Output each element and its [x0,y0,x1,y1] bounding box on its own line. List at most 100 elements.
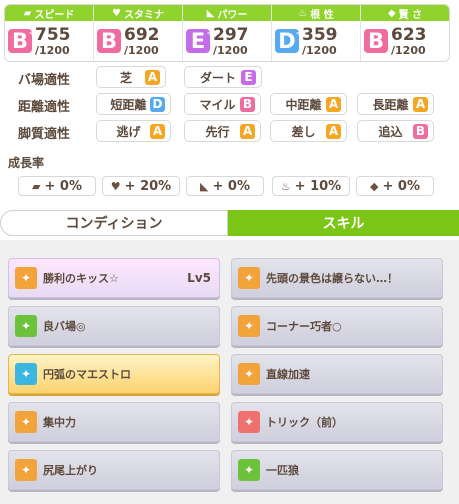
aptitude-grade: A [150,123,165,139]
stat-header: ▰ スピード [5,5,93,21]
aptitude-grade: B [413,123,428,139]
stat-name: スタミナ [123,9,164,21]
aptitude-cell: 中距離 A [270,93,347,115]
unique-skill-icon: ✦ [15,267,37,289]
skill-item[interactable]: ✦ 先頭の景色は譲らない…！ [231,258,443,298]
skill-item[interactable]: ✦ 集中力 [8,402,220,442]
aptitude-cell: 長距離 A [357,93,434,115]
stat-2: ◣ パワー E + 297 /1200 [183,5,272,61]
aptitude-label: 脚質適性 [18,127,71,142]
aptitude-cell: 先行 A [184,120,261,142]
trainee-detail-panel: ▰ スピード B + 755 /1200 ♥ スタミナ B 692 /1200 ◣ [0,0,459,504]
growth-rate-cell: ▰ + 0% [18,176,96,196]
aptitude-cell: 差し A [270,120,347,142]
growth-rate-title: 成長率 [8,156,45,170]
stat-grade: E + [186,29,214,53]
aptitude-grade: A [326,96,341,112]
aptitude-grade: A [326,123,341,139]
stat-panel: ▰ スピード B + 755 /1200 ♥ スタミナ B 692 /1200 ◣ [4,4,450,62]
stat-max: /1200 [302,43,337,57]
stat-header: ◆ 賢 さ [361,5,449,21]
stat-name: 根 性 [310,9,334,21]
flame-icon: ♨ [280,179,291,193]
aptitude-grade: E [241,69,256,85]
flame-icon: ♨ [298,7,308,19]
skill-name: 集中力 [43,416,76,429]
aptitude-row-track: バ場適性 芝 A ダート E [0,66,459,90]
aptitude-cell: ダート E [184,66,262,88]
stat-max: /1200 [213,43,248,57]
heart-icon: ♥ [110,179,121,193]
aptitude-cell: 短距離 D [96,93,171,115]
shoe-icon: ▰ [23,7,32,19]
muscle-icon: ◣ [200,179,209,193]
skill-item[interactable]: ✦ 直線加速 [231,354,443,394]
stat-3: ♨ 根 性 D + 359 /1200 [272,5,361,61]
stat-grade: B [364,29,388,53]
growth-rate-cell: ◆ + 0% [356,176,434,196]
stat-grade: B [97,29,121,53]
aptitude-grade: B [240,96,255,112]
skill-name: 先頭の景色は譲らない…！ [266,272,398,285]
muscle-icon: ◣ [206,7,215,19]
speed-skill-icon: ✦ [15,459,37,481]
aptitude-grade: A [240,123,255,139]
stat-value: 623 [391,24,427,45]
graduation-cap-icon: ◆ [370,179,379,193]
skill-item[interactable]: ✦ 尻尾上がり [8,450,220,490]
skill-item[interactable]: ✦ トリック（前） [231,402,443,442]
stat-header: ♨ 根 性 [272,5,360,21]
skill-name: 尻尾上がり [43,464,98,477]
speed-skill-icon: ✦ [238,267,260,289]
growth-rate-cell: ♨ + 10% [272,176,350,196]
tab-bar: コンディション スキル [0,210,459,236]
stat-0: ▰ スピード B + 755 /1200 [5,5,94,61]
skill-item[interactable]: ✦ 勝利のキッス☆ Lv5 [8,258,220,298]
stat-value: 692 [124,24,160,45]
stat-name: スピード [34,9,75,21]
stat-grade: B + [8,29,36,53]
stat-value: 297 [213,24,249,45]
track-skill-icon: ✦ [15,315,37,337]
debuff-skill-icon: ✦ [238,411,260,433]
skill-name: コーナー巧者○ [266,320,342,333]
skill-name: 一匹狼 [266,464,299,477]
aptitude-cell: マイル B [184,93,261,115]
stat-value: 359 [302,24,338,45]
aptitude-grade: A [413,96,428,112]
skill-item[interactable]: ✦ 良バ場◎ [8,306,220,346]
aptitude-row-style: 脚質適性 逃げ A 先行 A 差し A 追込 B [0,120,459,144]
stat-header: ◣ パワー [183,5,271,21]
skill-name: トリック（前） [266,416,343,429]
skill-item[interactable]: ✦ 円弧のマエストロ [8,354,220,394]
stat-value: 755 [35,24,71,45]
aptitude-cell: 逃げ A [96,120,171,142]
skill-item[interactable]: ✦ 一匹狼 [231,450,443,490]
aptitude-row-distance: 距離適性 短距離 D マイル B 中距離 A 長距離 A [0,93,459,117]
tab-skill[interactable]: スキル [228,210,459,236]
speed-skill-icon: ✦ [238,363,260,385]
stat-header: ♥ スタミナ [94,5,182,21]
aptitude-cell: 追込 B [357,120,434,142]
heart-icon: ♥ [112,7,121,19]
stat-grade: D + [275,29,303,53]
skill-item[interactable]: ✦ コーナー巧者○ [231,306,443,346]
speed-skill-icon: ✦ [238,315,260,337]
skill-name: 勝利のキッス☆ [43,272,119,285]
gate-skill-icon: ✦ [15,411,37,433]
tab-condition[interactable]: コンディション [0,210,228,236]
growth-rate-cell: ♥ + 20% [102,176,180,196]
stat-max: /1200 [124,43,159,57]
stat-1: ♥ スタミナ B 692 /1200 [94,5,183,61]
aptitude-label: 距離適性 [18,100,71,115]
skill-name: 良バ場◎ [43,320,86,333]
aptitude-label: バ場適性 [18,73,71,88]
graduation-cap-icon: ◆ [387,7,396,19]
skill-name: 円弧のマエストロ [43,368,131,381]
skill-level: Lv5 [187,271,211,285]
stat-max: /1200 [391,43,426,57]
shoe-icon: ▰ [32,179,41,193]
aptitude-cell: 芝 A [96,66,166,88]
stat-max: /1200 [35,43,70,57]
skill-name: 直線加速 [266,368,310,381]
